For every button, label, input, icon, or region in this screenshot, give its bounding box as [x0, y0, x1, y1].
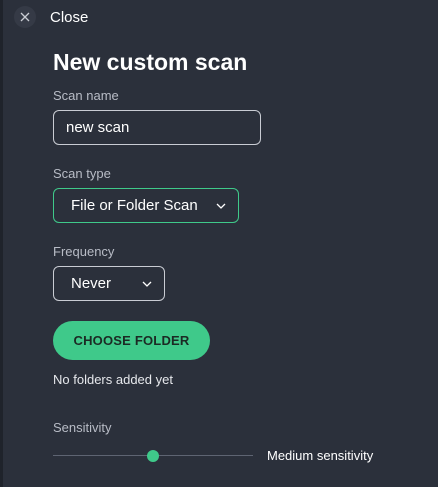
page-title: New custom scan [53, 49, 248, 75]
frequency-label: Frequency [53, 244, 115, 259]
chevron-down-icon [142, 279, 152, 289]
no-folders-text: No folders added yet [53, 372, 173, 387]
sensitivity-value: Medium sensitivity [267, 448, 374, 463]
scan-type-select[interactable]: File or Folder Scan [53, 188, 239, 223]
close-button[interactable]: Close [14, 6, 88, 28]
scan-type-value: File or Folder Scan [71, 197, 198, 214]
sensitivity-label: Sensitivity [53, 420, 112, 435]
chevron-down-icon [216, 201, 226, 211]
choose-folder-button[interactable]: CHOOSE FOLDER [53, 321, 210, 360]
close-icon[interactable] [14, 6, 36, 28]
close-label: Close [50, 8, 89, 26]
frequency-value: Never [71, 275, 112, 292]
scan-name-label: Scan name [53, 88, 119, 103]
frequency-select[interactable]: Never [53, 266, 165, 301]
scan-name-input[interactable] [53, 110, 261, 145]
left-edge-strip [0, 0, 3, 487]
scan-type-label: Scan type [53, 166, 111, 181]
slider-thumb[interactable] [147, 450, 159, 462]
sensitivity-slider[interactable] [53, 448, 253, 464]
